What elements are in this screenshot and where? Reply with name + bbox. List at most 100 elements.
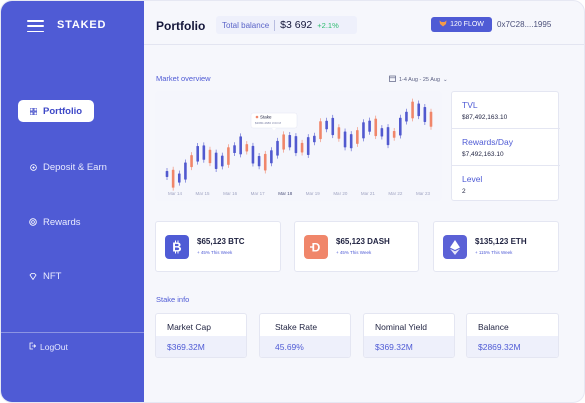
logout-button[interactable]: LogOut (29, 342, 68, 352)
stat-rewards-day: Rewards/Day $7,492,163.10 (452, 129, 560, 166)
wallet-address[interactable]: 0x7C28....1995 (497, 20, 551, 29)
x-tick-label: Mar 21 (361, 191, 376, 196)
x-tick-label: Mar 15 (196, 191, 211, 196)
candle (270, 150, 273, 164)
coin-card-btc[interactable]: B $65,123 BTC + 45% This Week (155, 221, 281, 272)
candle (294, 136, 298, 154)
candle (245, 144, 249, 152)
flow-button[interactable]: 120 FLOW (431, 17, 492, 32)
logout-label: LogOut (40, 342, 68, 352)
candle (214, 152, 218, 169)
stat-value: 2 (462, 188, 466, 195)
sidebar-item-label: NFT (43, 270, 62, 282)
candle (251, 145, 255, 164)
candle (184, 162, 187, 180)
stake-card-balance: Balance $2869.32M (466, 313, 559, 358)
stake-info-title: Stake info (156, 295, 190, 304)
coin-week-change: + 115% This Week (475, 250, 513, 255)
candle (423, 106, 427, 123)
stake-value: 45.69% (275, 342, 304, 352)
stats-panel: TVL $87,492,163.10 Rewards/Day $7,492,16… (451, 91, 560, 203)
candle (405, 111, 408, 122)
coin-week-change: + 45% This Week (197, 250, 233, 255)
stake-value: $369.32M (375, 342, 413, 352)
candle (411, 101, 414, 119)
candle (196, 146, 199, 162)
candle (190, 155, 193, 168)
x-tick-label: Mar 16 (223, 191, 238, 196)
sidebar-divider (1, 332, 144, 333)
deposit-icon (29, 163, 37, 171)
candle (386, 127, 390, 146)
tooltip-value: $3680-4680 3:03 M (255, 121, 282, 125)
svg-text:B: B (172, 240, 181, 254)
menu-icon[interactable] (27, 20, 44, 33)
stat-label: Level (462, 174, 483, 184)
x-tick-label: Mar 23 (416, 191, 431, 196)
candle (313, 135, 316, 143)
coin-card-eth[interactable]: $135,123 ETH + 115% This Week (433, 221, 559, 272)
coin-value: $65,123 DASH (336, 237, 390, 246)
total-balance: Total balance $3 692 +2.1% (216, 16, 357, 34)
sidebar-item-deposit[interactable]: Deposit & Earn (18, 156, 118, 178)
x-tick-label: Mar 14 (168, 191, 183, 196)
balance-value: $3 692 (280, 19, 313, 31)
chevron-down-icon: ⌄ (442, 76, 448, 83)
brand-logo: STAKED (57, 19, 107, 31)
candle (429, 111, 433, 127)
candle (282, 134, 285, 150)
stake-card-stake-rate: Stake Rate 45.69% (259, 313, 351, 358)
candle (368, 120, 371, 132)
sidebar-item-label: Rewards (43, 216, 81, 228)
logout-icon (29, 342, 37, 352)
balance-label: Total balance (222, 20, 270, 30)
x-tick-label: Mar 19 (306, 191, 321, 196)
stat-value: $87,492,163.10 (462, 114, 508, 121)
sidebar-item-rewards[interactable]: Rewards (18, 211, 92, 233)
balance-change: +2.1% (317, 20, 339, 30)
candle (306, 137, 310, 155)
candle (227, 147, 230, 165)
stake-label: Market Cap (167, 322, 211, 332)
dash-icon: D (304, 235, 328, 259)
candle (343, 131, 347, 148)
stake-label: Balance (478, 322, 509, 332)
candle (288, 135, 292, 148)
x-tick-label: Mar 20 (333, 191, 348, 196)
stat-level: Level 2 (452, 166, 560, 203)
candle (362, 122, 365, 139)
candle (202, 145, 206, 160)
fox-icon (439, 20, 447, 29)
coin-card-dash[interactable]: D $65,123 DASH + 45% This Week (294, 221, 419, 272)
candle (239, 136, 242, 155)
candle (276, 140, 279, 156)
sidebar-item-portfolio[interactable]: Portfolio (18, 100, 94, 122)
stat-tvl: TVL $87,492,163.10 (452, 92, 560, 129)
stake-card-market-cap: Market Cap $369.32M (155, 313, 247, 358)
date-range-picker[interactable]: 1-4 Aug - 25 Aug ⌄ (389, 75, 448, 84)
stake-card-nominal-yield: Nominal Yield $369.32M (363, 313, 455, 358)
grid-icon (29, 107, 37, 115)
market-chart: Mar 14 Mar 15 Mar 16 Mar 17 Mar 18 Mar 19 Mar … (155, 91, 442, 201)
stat-value: $7,492,163.10 (462, 151, 504, 158)
market-overview-title: Market overview (156, 74, 211, 83)
candle (263, 153, 267, 171)
candle (337, 127, 341, 139)
rewards-icon (29, 218, 37, 226)
nft-icon (29, 272, 37, 280)
x-tick-label: Mar 22 (388, 191, 403, 196)
date-range-label: 1-4 Aug - 25 Aug (399, 76, 440, 83)
candle (374, 118, 378, 137)
candle (319, 121, 322, 140)
candle (349, 134, 353, 149)
bitcoin-icon: B (165, 235, 189, 259)
x-tick-label: Mar 17 (251, 191, 266, 196)
sidebar-item-nft[interactable]: NFT (18, 265, 72, 287)
stake-label: Nominal Yield (375, 322, 427, 332)
page-title: Portfolio (156, 19, 206, 33)
chart-tooltip: Stake $3680-4680 3:03 M (250, 112, 298, 131)
coin-value: $135,123 ETH (475, 237, 527, 246)
candle (220, 155, 224, 167)
x-tick-label: Mar 18 (278, 191, 293, 196)
coin-value: $65,123 BTC (197, 237, 245, 246)
